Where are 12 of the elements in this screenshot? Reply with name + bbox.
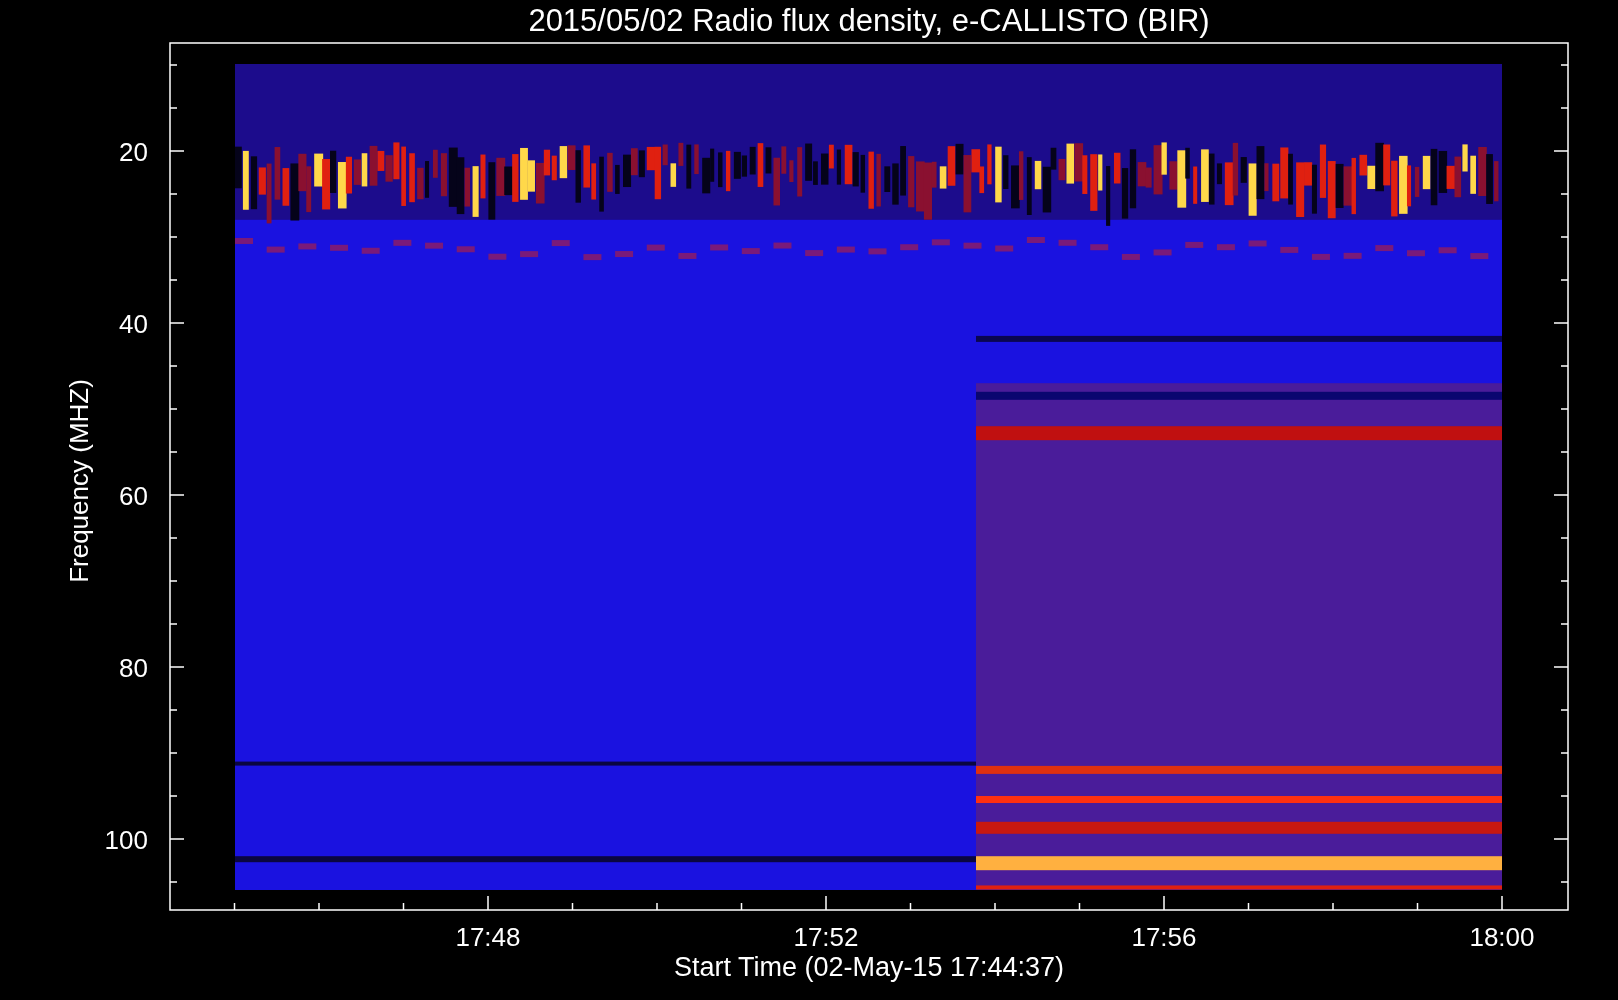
y-tick-label: 60 (119, 481, 148, 511)
y-tick-label: 20 (119, 137, 148, 167)
x-tick-label: 17:48 (455, 922, 521, 952)
y-tick-label: 40 (119, 309, 148, 339)
y-tick-label: 80 (119, 653, 148, 683)
x-tick-label: 18:00 (1469, 922, 1535, 952)
y-tick-label: 100 (104, 825, 148, 855)
chart-title: 2015/05/02 Radio flux density, e-CALLISTO (BIR) (528, 3, 1210, 38)
x-axis-label: Start Time (02-May-15 17:44:37) (673, 952, 1065, 982)
x-tick-label: 17:52 (793, 922, 859, 952)
x-tick-label: 17:56 (1131, 922, 1197, 952)
y-axis-label: Frequency (MHZ) (64, 379, 94, 583)
